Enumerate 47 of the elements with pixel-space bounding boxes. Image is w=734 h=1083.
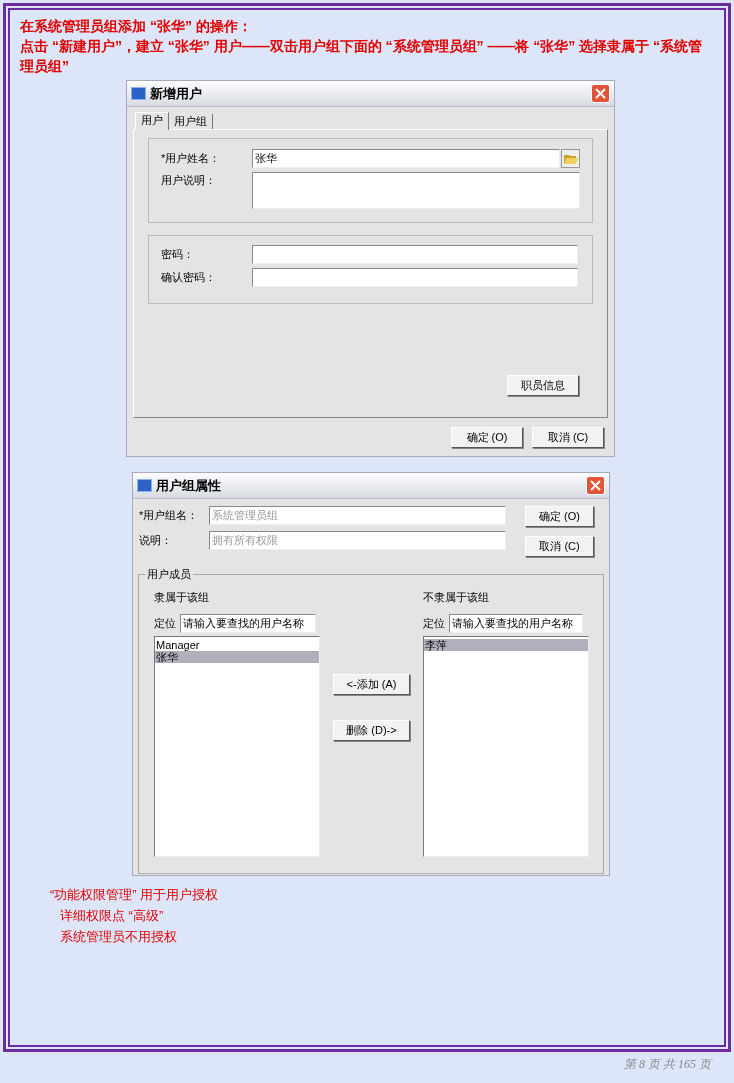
window-title: 用户组属性 <box>156 476 221 495</box>
field-label: 密码： <box>161 247 195 263</box>
heading-text: 在系统管理员组添加 “张华” 的操作： <box>20 17 253 36</box>
browse-button[interactable] <box>561 149 580 168</box>
app-icon <box>131 87 146 100</box>
field-label: *用户组名： <box>139 508 200 524</box>
instruction-text: 点击 “新建用户”，建立 “张华” 用户——双击用户组下面的 “系统管理员组” ——将 “张华” 选择隶属于 “系统管理员组” <box>20 37 704 76</box>
field-label: 确认密码： <box>161 270 217 286</box>
close-icon <box>590 480 601 491</box>
staff-info-button[interactable]: 职员信息 <box>507 375 579 396</box>
note-text: 系统管理员不用授权 <box>60 928 178 946</box>
confirm-password-field[interactable] <box>252 268 578 287</box>
remove-button[interactable]: 删除 (D)-> <box>333 720 410 741</box>
locate-label: 定位 <box>423 616 445 632</box>
ok-button[interactable]: 确定 (O) <box>451 427 523 448</box>
list-item[interactable]: Manager <box>155 639 319 651</box>
list-item[interactable]: 李萍 <box>424 639 588 651</box>
description-field[interactable] <box>251 172 580 209</box>
close-button[interactable] <box>586 476 605 495</box>
app-icon <box>137 479 152 492</box>
tab[interactable]: 用户 <box>135 112 169 130</box>
search-field[interactable]: 请输入要查找的用户名称 <box>180 614 316 633</box>
password-field[interactable] <box>252 245 578 264</box>
cancel-button[interactable]: 取消 (C) <box>525 536 594 557</box>
name-field[interactable]: 张华 <box>251 149 561 168</box>
window-title: 新增用户 <box>150 84 202 103</box>
user-list[interactable]: 李萍 <box>423 636 589 857</box>
close-button[interactable] <box>591 84 610 103</box>
page-number: 第 8 页 共 165 页 <box>624 1056 711 1073</box>
cancel-button[interactable]: 取消 (C) <box>532 427 604 448</box>
user-list[interactable]: Manager 张华 <box>154 636 320 857</box>
note-text: “功能权限管理” 用于用户授权 <box>50 886 220 904</box>
group-label: 用户成员 <box>145 567 193 581</box>
list-label: 隶属于该组 <box>154 590 210 605</box>
close-icon <box>595 88 606 99</box>
locate-label: 定位 <box>154 616 176 632</box>
list-label: 不隶属于该组 <box>423 590 490 605</box>
note-text: 详细权限点 “高级” <box>60 907 165 925</box>
tab[interactable]: 用户组 <box>169 114 213 129</box>
field-label: 用户说明： <box>161 173 217 188</box>
field-label: 说明： <box>139 533 173 549</box>
add-button[interactable]: <-添加 (A) <box>333 674 410 695</box>
ok-button[interactable]: 确定 (O) <box>525 506 594 527</box>
search-field[interactable]: 请输入要查找的用户名称 <box>449 614 583 633</box>
list-item[interactable]: 张华 <box>155 651 319 663</box>
field-label: *用户姓名： <box>161 151 222 167</box>
folder-icon <box>563 153 578 164</box>
